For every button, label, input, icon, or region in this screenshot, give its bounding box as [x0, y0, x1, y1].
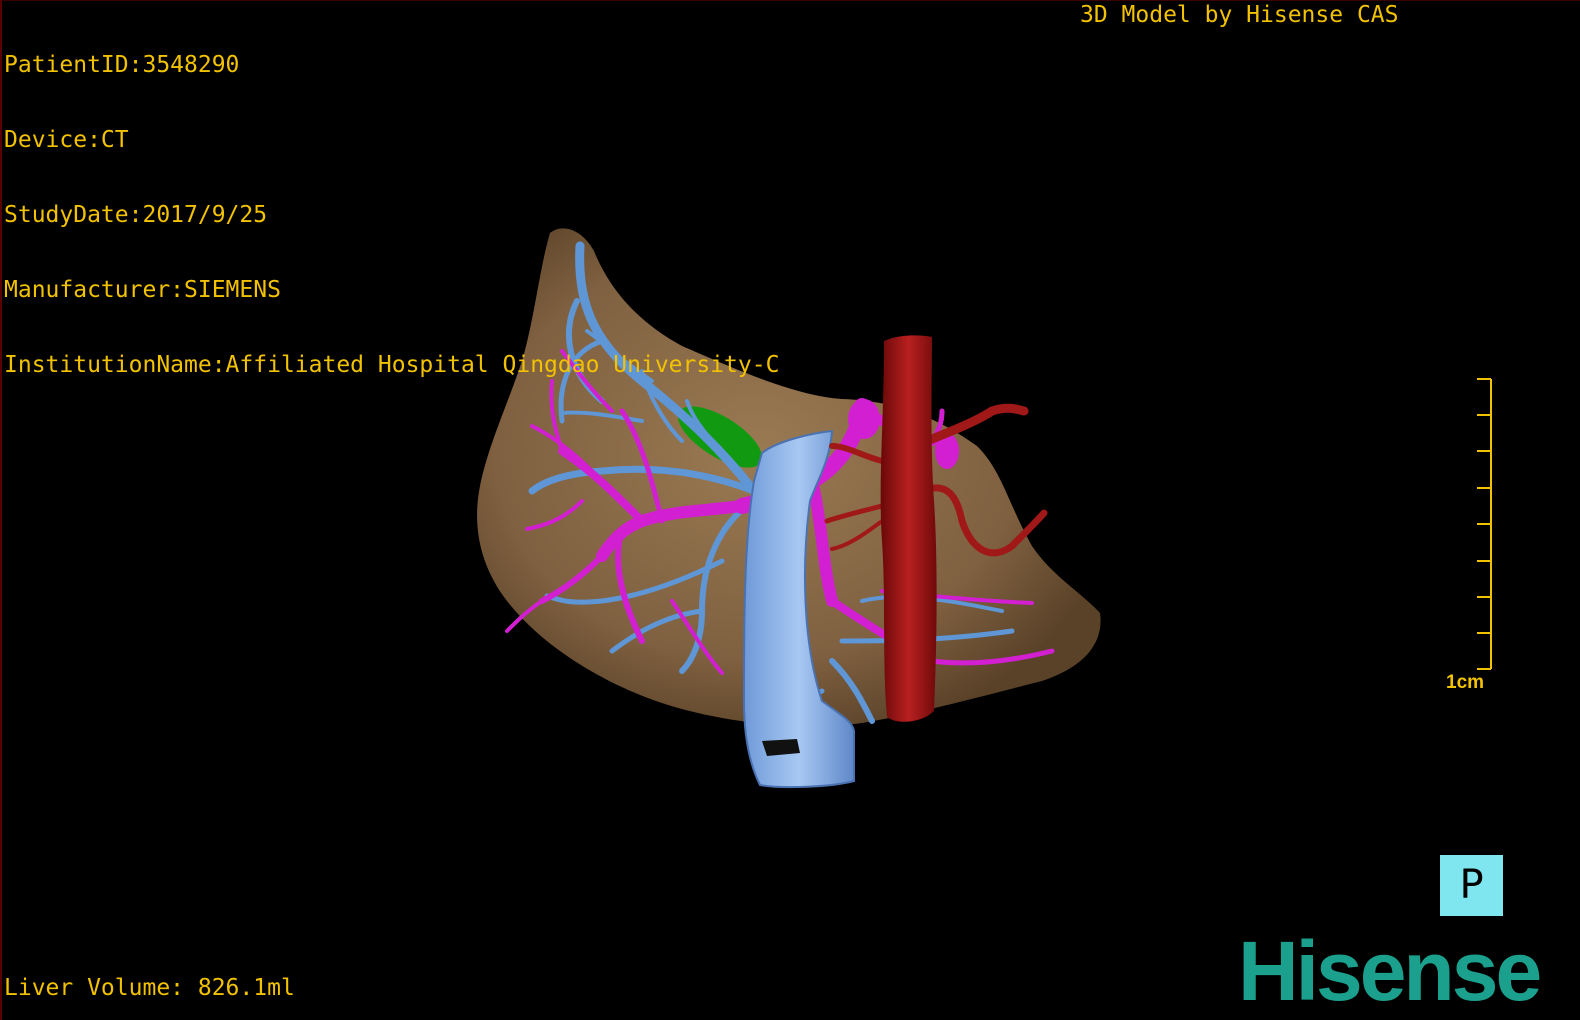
scale-bar: [1477, 378, 1492, 670]
device: Device:CT: [4, 127, 129, 153]
aorta: [880, 335, 937, 722]
3d-viewport[interactable]: PatientID:3548290 Device:CT StudyDate:20…: [0, 0, 1580, 1020]
manufacturer: Manufacturer:SIEMENS: [4, 277, 281, 303]
patient-info: PatientID:3548290 Device:CT StudyDate:20…: [4, 3, 779, 428]
patient-id: PatientID:3548290: [4, 52, 240, 78]
portal-vein-confluence: [848, 399, 880, 439]
study-date: StudyDate:2017/9/25: [4, 202, 268, 228]
ivc-cut-opening: [762, 739, 800, 756]
hisense-logo: Hisense: [1238, 924, 1542, 1018]
model-credit: 3D Model by Hisense CAS: [1080, 2, 1399, 28]
liver-volume: Liver Volume: 826.1ml: [4, 975, 295, 1001]
orientation-marker[interactable]: P: [1440, 855, 1503, 916]
scale-label: 1cm: [1446, 672, 1485, 693]
institution-name: InstitutionName:Affiliated Hospital Qing…: [4, 352, 780, 378]
